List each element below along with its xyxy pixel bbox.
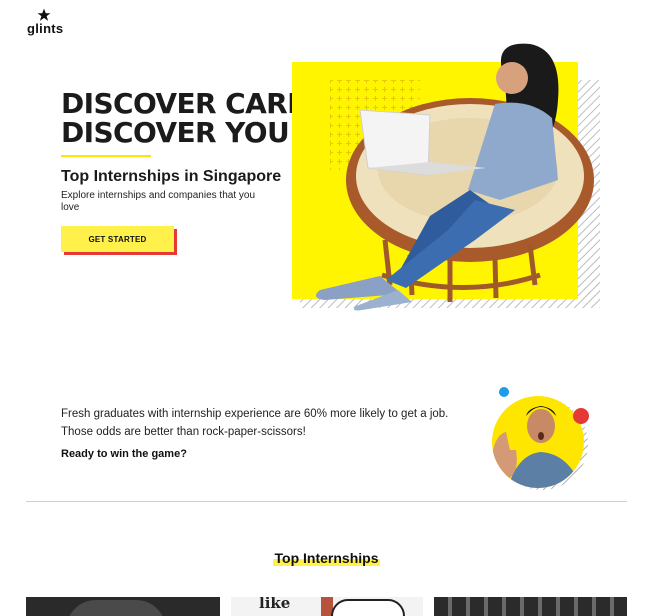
- promo-text-line1: Fresh graduates with internship experien…: [61, 408, 449, 420]
- thumbs-up-illustration: [492, 387, 589, 490]
- logo-wordmark: glints: [27, 21, 64, 36]
- star-icon: [37, 8, 51, 21]
- top-internships-heading: Top Internships: [0, 550, 653, 566]
- card-3-photo: [434, 597, 627, 616]
- internship-card-3[interactable]: [434, 597, 627, 616]
- glints-logo[interactable]: glints: [26, 8, 66, 36]
- blue-dot: [499, 387, 509, 397]
- promo-text-line2: Those odds are better than rock-paper-sc…: [61, 426, 306, 438]
- get-started-button[interactable]: GET STARTED: [61, 226, 174, 252]
- top-internships-heading-text: Top Internships: [272, 550, 381, 566]
- hero-underline: [61, 155, 151, 157]
- section-divider: [26, 501, 627, 502]
- hero-illustration: [292, 43, 600, 311]
- promo-question: Ready to win the game?: [61, 448, 187, 460]
- card-2-photo-text: like: [259, 597, 291, 612]
- internship-card-2[interactable]: like: [231, 597, 423, 616]
- card-2-photo-bubble: [331, 599, 405, 616]
- internship-card-1[interactable]: [26, 597, 220, 616]
- hero-description: Explore internships and companies that y…: [61, 190, 256, 213]
- hero-subtitle: Top Internships in Singapore: [61, 168, 282, 185]
- card-1-photo: [66, 600, 166, 616]
- red-dot: [573, 408, 589, 424]
